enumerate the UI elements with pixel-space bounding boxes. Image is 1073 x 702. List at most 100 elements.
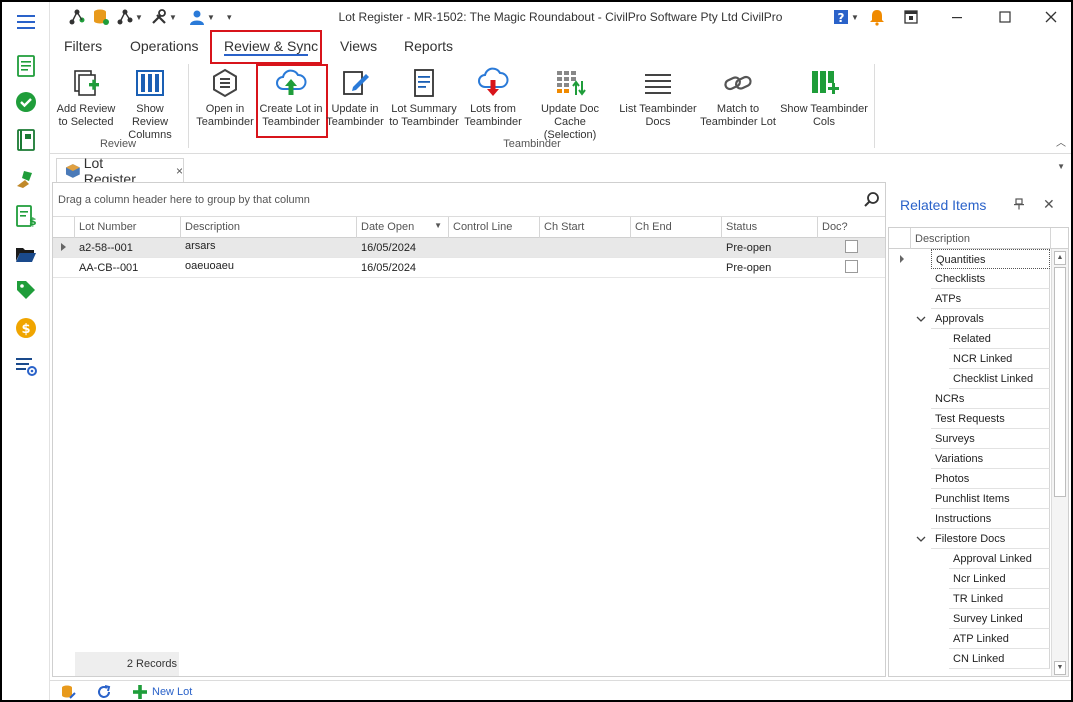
close-tab-icon[interactable]: × (176, 164, 183, 178)
tab-operations[interactable]: Operations (130, 38, 198, 54)
add-review-button[interactable]: Add Review to Selected (54, 66, 118, 129)
list-teambinder-docs-button[interactable]: List Teambinder Docs (618, 66, 698, 129)
hamburger-menu-icon[interactable] (14, 10, 38, 34)
highlight-box-tab (210, 30, 322, 64)
maximize-button[interactable] (994, 6, 1016, 28)
tree-item-label: Approval Linked (953, 553, 1032, 565)
tab-lot-register[interactable]: Lot Register × (56, 155, 184, 187)
show-review-columns-button[interactable]: Show Review Columns (118, 66, 182, 142)
tree-item[interactable]: Test Requests (931, 409, 1050, 429)
qat-wrench-dropdown[interactable]: ▼ (150, 8, 177, 26)
tree-item[interactable]: NCR Linked (949, 349, 1050, 369)
lot-summary-button[interactable]: Lot Summary to Teambinder (388, 66, 460, 129)
chevron-down-icon: ▼ (851, 12, 859, 22)
collapse-chevron-icon[interactable] (916, 314, 926, 324)
header-separator (910, 228, 911, 249)
wrench-screwdriver-icon (152, 9, 166, 24)
tab-views[interactable]: Views (340, 38, 377, 54)
scroll-up-button[interactable]: ▲ (1054, 251, 1066, 265)
tree-scrollbar[interactable]: ▲ ▼ (1051, 249, 1068, 676)
tab-reports[interactable]: Reports (404, 38, 453, 54)
tree-item[interactable]: NCRs (931, 389, 1050, 409)
table-row[interactable]: AA-CB--001 oaeuoaeu 16/05/2024 Pre-open (53, 258, 885, 278)
qat-database-button[interactable] (92, 8, 110, 26)
tree-item[interactable]: Checklists (931, 269, 1050, 289)
chevron-down-icon: ▼ (135, 12, 143, 22)
tab-list-dropdown-icon[interactable]: ▼ (1057, 162, 1065, 171)
settings-list-icon[interactable] (14, 354, 38, 378)
col-ch-start[interactable]: Ch Start (540, 217, 631, 238)
close-window-button[interactable] (1040, 6, 1062, 28)
col-doc[interactable]: Doc? (818, 217, 885, 238)
refresh-button[interactable] (96, 684, 112, 700)
dollar-coin-icon[interactable]: $ (14, 316, 38, 340)
tab-filters[interactable]: Filters (64, 38, 102, 54)
restore-layout-button[interactable] (900, 6, 922, 28)
tree-item[interactable]: Ncr Linked (949, 569, 1050, 589)
checklist-check-icon[interactable] (14, 90, 38, 114)
tree-item[interactable]: Punchlist Items (931, 489, 1050, 509)
col-ch-end[interactable]: Ch End (631, 217, 722, 238)
close-panel-icon[interactable]: ✕ (1043, 196, 1055, 213)
tree-item[interactable]: Filestore Docs (931, 529, 1050, 549)
tag-icon[interactable] (14, 278, 38, 302)
scroll-down-button[interactable]: ▼ (1054, 661, 1066, 675)
new-lot-button[interactable]: New Lot (132, 684, 192, 700)
col-control-line[interactable]: Control Line (449, 217, 540, 238)
collapse-chevron-icon[interactable] (916, 534, 926, 544)
tree-item[interactable]: CN Linked (949, 649, 1050, 669)
tree-item[interactable]: Surveys (931, 429, 1050, 449)
tree-item[interactable]: Variations (931, 449, 1050, 469)
ribbon-separator (188, 64, 189, 148)
survey-hand-icon[interactable] (14, 166, 38, 190)
qat-user-dropdown[interactable]: ▼ (188, 8, 215, 26)
match-to-teambinder-lot-button[interactable]: Match to Teambinder Lot (700, 66, 776, 129)
minimize-button[interactable] (946, 6, 968, 28)
tree-item[interactable]: TR Linked (949, 589, 1050, 609)
open-in-teambinder-button[interactable]: Open in Teambinder (196, 66, 254, 129)
tree-item[interactable]: Quantities (931, 249, 1050, 269)
tree-item[interactable]: Survey Linked (949, 609, 1050, 629)
scroll-thumb[interactable] (1054, 267, 1066, 497)
show-teambinder-cols-button[interactable]: Show Teambinder Cols (778, 66, 870, 129)
group-by-panel[interactable]: Drag a column header here to group by th… (53, 183, 885, 217)
update-doc-cache-button[interactable]: Update Doc Cache (Selection) (526, 66, 614, 142)
doc-checkbox[interactable] (845, 240, 858, 253)
qat-customize-dropdown[interactable]: ▾ (226, 8, 232, 26)
header-separator (1050, 228, 1051, 249)
qat-nodes-button[interactable] (68, 8, 86, 26)
col-description[interactable]: Description (181, 217, 357, 238)
pin-icon[interactable] (1013, 198, 1025, 210)
tree-header-description[interactable]: Description (915, 233, 970, 245)
search-icon[interactable] (863, 191, 881, 209)
update-in-teambinder-button[interactable]: Update in Teambinder (326, 66, 384, 129)
doc-checkbox[interactable] (845, 260, 858, 273)
folder-open-icon[interactable] (14, 242, 38, 266)
group-hint-text: Drag a column header here to group by th… (58, 194, 310, 206)
tree-item[interactable]: Related (949, 329, 1050, 349)
tree-item[interactable]: Photos (931, 469, 1050, 489)
qat-tools-dropdown[interactable]: ▼ (116, 8, 143, 26)
lot-register-icon[interactable] (14, 54, 38, 78)
columns-icon (133, 66, 167, 100)
col-lot-number[interactable]: Lot Number (75, 217, 181, 238)
lots-from-teambinder-button[interactable]: Lots from Teambinder (462, 66, 524, 129)
col-date-open[interactable]: Date Open ▼ (357, 217, 449, 238)
variations-dollar-doc-icon[interactable]: $ (14, 204, 38, 228)
database-edit-button[interactable] (60, 684, 76, 700)
help-dropdown[interactable]: ? ▼ (832, 8, 859, 26)
tree-item[interactable]: Approval Linked (949, 549, 1050, 569)
tree-item[interactable]: Checklist Linked (949, 369, 1050, 389)
tree-item[interactable]: ATP Linked (949, 629, 1050, 649)
arrow-up-icon: ▲ (1056, 254, 1064, 261)
tree-item[interactable]: Approvals (931, 309, 1050, 329)
tree-item-label: Survey Linked (953, 613, 1023, 625)
expand-arrow-icon[interactable] (897, 254, 907, 264)
notifications-button[interactable] (868, 8, 886, 26)
tree-item[interactable]: Instructions (931, 509, 1050, 529)
table-row[interactable]: a2-58--001 arsars 16/05/2024 Pre-open (53, 238, 885, 258)
tree-item[interactable]: ATPs (931, 289, 1050, 309)
col-status[interactable]: Status (722, 217, 818, 238)
notebook-icon[interactable] (14, 128, 38, 152)
collapse-ribbon-icon[interactable]: ︿ (1056, 134, 1066, 149)
